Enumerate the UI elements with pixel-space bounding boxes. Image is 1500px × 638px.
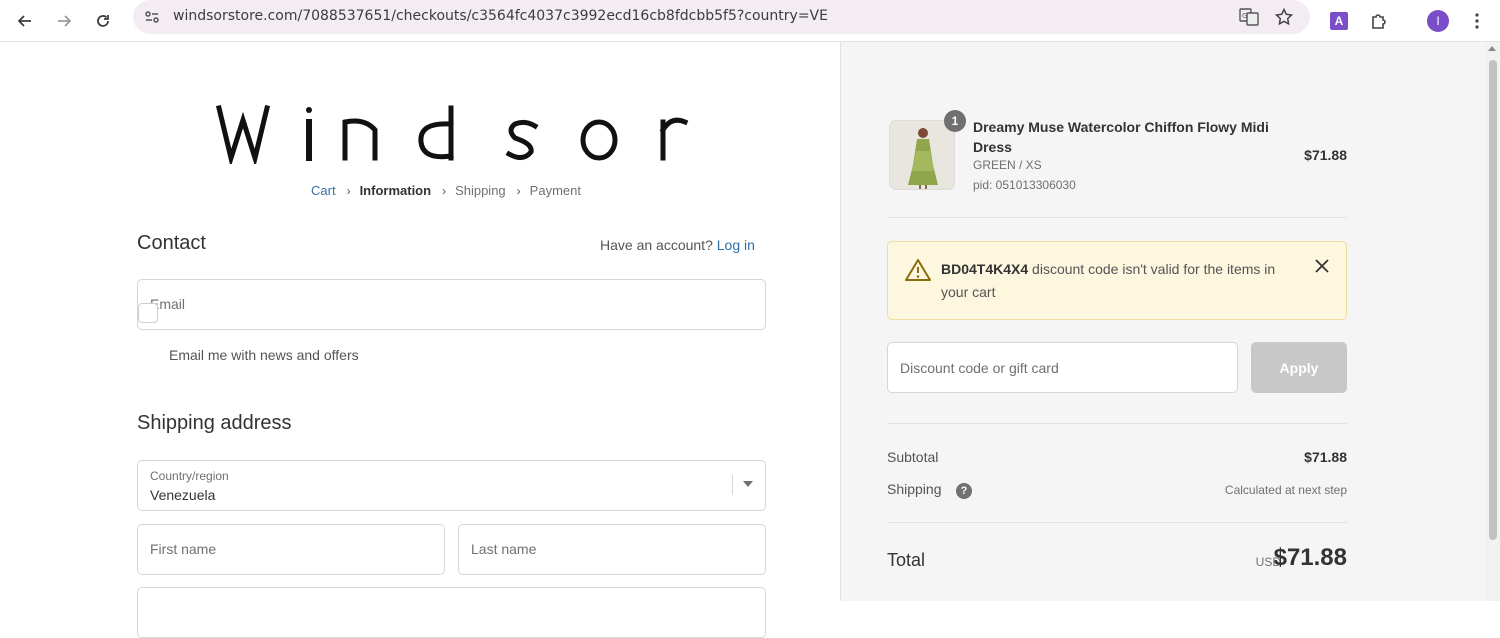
chevron-right-icon: › xyxy=(516,183,521,198)
country-value: Venezuela xyxy=(150,487,216,503)
notice-message: BD04T4K4X4 discount code isn't valid for… xyxy=(941,258,1301,304)
total-value: $71.88 xyxy=(1273,544,1347,571)
product-thumbnail xyxy=(889,120,955,190)
product-pid: pid: 051013306030 xyxy=(973,178,1076,192)
help-icon[interactable]: ? xyxy=(956,483,972,499)
divider xyxy=(887,423,1347,424)
url-text[interactable]: windsorstore.com/7088537651/checkouts/c3… xyxy=(173,8,828,24)
product-variant: GREEN / XS xyxy=(973,158,1042,172)
bookmark-star-icon[interactable] xyxy=(1271,4,1297,30)
checkout-main: Cart › Information › Shipping › Payment … xyxy=(0,42,840,638)
discount-placeholder: Discount code or gift card xyxy=(900,360,1059,376)
last-name-placeholder: Last name xyxy=(471,541,537,557)
have-account-text: Have an account? xyxy=(600,237,713,253)
news-checkbox[interactable] xyxy=(138,303,158,323)
last-name-field[interactable]: Last name xyxy=(458,524,766,575)
select-divider xyxy=(732,475,733,495)
profile-avatar[interactable]: I xyxy=(1423,6,1453,36)
chevron-right-icon: › xyxy=(442,183,447,198)
chevron-down-icon xyxy=(743,481,753,487)
windsor-logo[interactable] xyxy=(215,100,690,169)
subtotal-value: $71.88 xyxy=(1304,449,1347,465)
first-name-placeholder: First name xyxy=(150,541,217,557)
shipping-label: Shipping xyxy=(887,481,942,497)
reload-icon[interactable] xyxy=(88,6,118,36)
subtotal-label: Subtotal xyxy=(887,449,939,465)
shipping-heading: Shipping address xyxy=(137,412,292,434)
scroll-up-arrow-icon[interactable] xyxy=(1488,46,1496,51)
close-icon[interactable] xyxy=(1314,258,1332,276)
extension-letter: A xyxy=(1330,12,1348,30)
contact-heading: Contact xyxy=(137,232,206,254)
have-account: Have an account? Log in xyxy=(600,237,755,253)
first-name-field[interactable]: First name xyxy=(137,524,445,575)
browser-toolbar: windsorstore.com/7088537651/checkouts/c3… xyxy=(0,0,1500,42)
notice-code: BD04T4K4X4 xyxy=(941,261,1029,277)
divider xyxy=(887,522,1347,523)
breadcrumb-information: Information xyxy=(359,183,432,198)
order-summary: 1 Dreamy Muse Watercolor Chiffon Flowy M… xyxy=(840,42,1485,601)
scrollbar[interactable] xyxy=(1485,42,1500,601)
login-link[interactable]: Log in xyxy=(717,237,755,253)
news-label[interactable]: Email me with news and offers xyxy=(169,347,359,363)
breadcrumb-cart[interactable]: Cart xyxy=(311,183,336,198)
extensions-puzzle-icon[interactable] xyxy=(1364,6,1394,36)
address-bar[interactable]: windsorstore.com/7088537651/checkouts/c3… xyxy=(133,0,1310,34)
warning-icon xyxy=(904,258,932,287)
site-info-icon[interactable] xyxy=(139,4,165,30)
product-price: $71.88 xyxy=(1304,147,1347,163)
translate-icon[interactable]: G xyxy=(1236,4,1262,30)
breadcrumb-payment: Payment xyxy=(529,183,581,198)
product-name: Dreamy Muse Watercolor Chiffon Flowy Mid… xyxy=(973,119,1269,155)
profile-initial: I xyxy=(1427,10,1449,32)
apply-button[interactable]: Apply xyxy=(1251,342,1347,393)
forward-icon[interactable] xyxy=(49,6,79,36)
discount-error-notice: BD04T4K4X4 discount code isn't valid for… xyxy=(887,241,1347,320)
breadcrumb: Cart › Information › Shipping › Payment xyxy=(311,183,581,198)
discount-input[interactable]: Discount code or gift card xyxy=(887,342,1238,393)
back-icon[interactable] xyxy=(10,6,40,36)
shipping-value: Calculated at next step xyxy=(1224,483,1347,497)
breadcrumb-shipping: Shipping xyxy=(455,183,506,198)
menu-dots-icon[interactable] xyxy=(1462,6,1492,36)
quantity-badge: 1 xyxy=(944,110,966,132)
chevron-right-icon: › xyxy=(346,183,351,198)
svg-text:G: G xyxy=(1242,12,1247,20)
email-field[interactable]: Email xyxy=(137,279,766,330)
extension-a-icon[interactable]: A xyxy=(1324,6,1354,36)
divider xyxy=(887,217,1347,218)
country-select[interactable]: Country/region Venezuela xyxy=(137,460,766,511)
country-label: Country/region xyxy=(150,469,229,483)
scroll-thumb[interactable] xyxy=(1489,60,1497,540)
address-field[interactable] xyxy=(137,587,766,638)
total-label: Total xyxy=(887,550,926,570)
